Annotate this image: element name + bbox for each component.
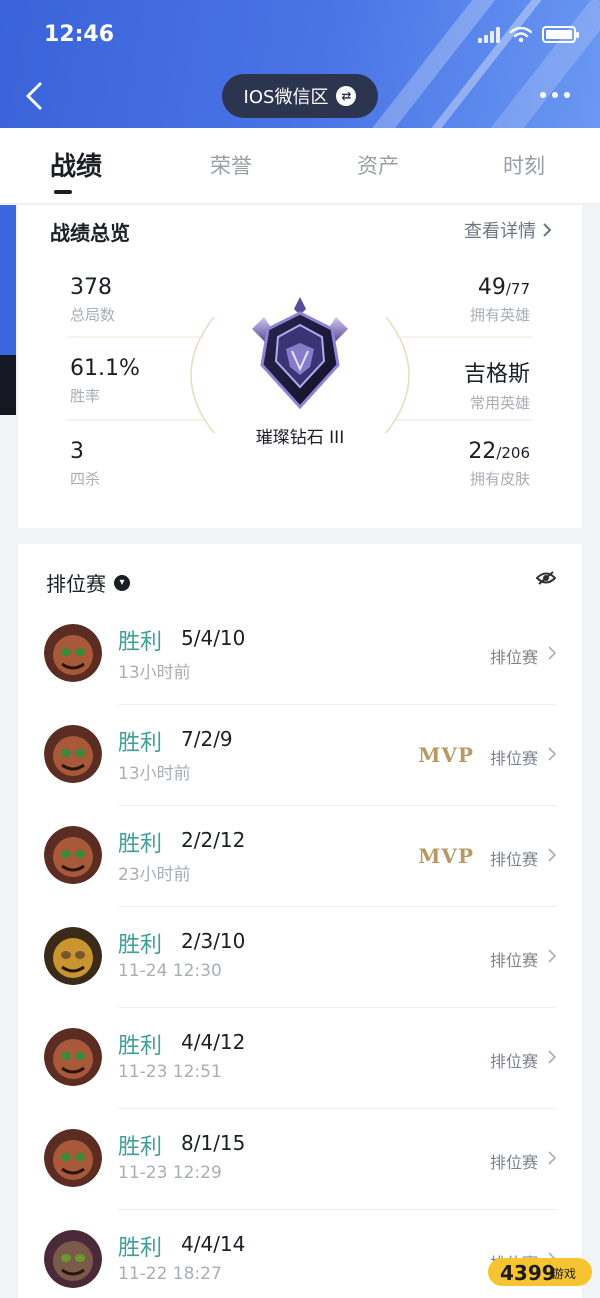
wifi-icon (510, 26, 532, 42)
swap-icon: ⇄ (336, 86, 357, 106)
tab-assets[interactable]: 资产 (357, 150, 399, 180)
chevron-right-icon (548, 1050, 556, 1064)
match-kda: 7/2/9 (181, 727, 233, 751)
chevron-right-icon (548, 848, 556, 862)
hide-eye-icon[interactable] (536, 570, 556, 586)
match-result: 胜利 (118, 1236, 163, 1261)
hero-avatar (44, 927, 102, 985)
status-time: 12:46 (44, 22, 115, 47)
zone-label: IOS微信区 (243, 87, 329, 108)
mvp-badge: MVP (418, 844, 474, 868)
status-icons (478, 26, 579, 43)
chevron-right-icon (548, 1151, 556, 1165)
overview-card: 战绩总览 查看详情 378 总局数 61.1% 胜率 3 四杀 49/77 拥有… (18, 205, 582, 528)
ranked-match-list: 排位赛 ▾ 胜利 5/4/10 13小时前 排位赛 胜利 7/2/9 13小时前… (18, 544, 582, 1298)
tab-active-indicator (54, 190, 72, 194)
match-time: 13小时前 (118, 764, 191, 784)
match-time: 11-23 12:51 (118, 1062, 222, 1082)
match-time: 11-22 18:27 (118, 1264, 222, 1284)
mvp-badge: MVP (418, 743, 474, 767)
hero-avatar (44, 624, 102, 682)
match-kda: 8/1/15 (181, 1131, 246, 1155)
match-kda: 4/4/12 (181, 1030, 246, 1054)
hero-avatar (44, 725, 102, 783)
site-watermark-logo: 4399 游戏 (488, 1258, 592, 1286)
match-result: 胜利 (118, 731, 163, 756)
svg-text:4399: 4399 (500, 1261, 556, 1285)
stat-total-games: 378 总局数 (70, 275, 116, 324)
tab-honor[interactable]: 荣誉 (210, 150, 252, 180)
more-options-icon[interactable] (540, 92, 570, 98)
hero-avatar (44, 1129, 102, 1187)
match-time: 11-24 12:30 (118, 961, 222, 981)
match-mode: 排位赛 (489, 749, 538, 768)
dropdown-icon: ▾ (114, 574, 130, 591)
battery-icon (542, 26, 579, 43)
match-kda: 5/4/10 (181, 626, 246, 650)
match-kda: 4/4/14 (181, 1232, 246, 1256)
match-kda: 2/2/12 (181, 828, 246, 852)
match-row[interactable]: 胜利 2/3/10 11-24 12:30 排位赛 (18, 907, 582, 1008)
stat-win-rate: 61.1% 胜率 (70, 356, 140, 405)
match-mode: 排位赛 (489, 1052, 538, 1071)
match-row[interactable]: 胜利 5/4/10 13小时前 排位赛 (18, 604, 582, 705)
app-header: 12:46 IOS微信区 ⇄ (0, 0, 600, 128)
stat-main-hero: 吉格斯 常用英雄 (463, 362, 530, 412)
match-result: 胜利 (118, 1135, 163, 1160)
hero-avatar (44, 1028, 102, 1086)
hero-avatar (44, 1230, 102, 1288)
match-time: 13小时前 (118, 663, 191, 683)
match-time: 23小时前 (118, 865, 191, 885)
match-mode: 排位赛 (489, 951, 538, 970)
chevron-right-icon (548, 747, 556, 761)
match-result: 胜利 (118, 933, 163, 958)
cellular-signal-icon (478, 26, 500, 43)
hero-avatar (44, 826, 102, 884)
match-mode: 排位赛 (489, 850, 538, 869)
match-mode: 排位赛 (489, 1153, 538, 1172)
chevron-right-icon (548, 646, 556, 660)
tab-bar: 战绩 荣誉 资产 时刻 (0, 128, 600, 204)
side-panel-edge-dark (0, 355, 16, 415)
match-filter-dropdown[interactable]: 排位赛 ▾ (46, 568, 130, 597)
match-time: 11-23 12:29 (118, 1163, 222, 1183)
tab-record[interactable]: 战绩 (50, 146, 102, 183)
tab-moments[interactable]: 时刻 (503, 150, 545, 180)
match-row[interactable]: 胜利 8/1/15 11-23 12:29 排位赛 (18, 1109, 582, 1210)
stat-owned-heroes: 49/77 拥有英雄 (469, 275, 530, 324)
match-row[interactable]: 胜利 7/2/9 13小时前 MVP 排位赛 (18, 705, 582, 806)
back-icon[interactable] (16, 76, 56, 116)
match-filter-label: 排位赛 (46, 572, 106, 596)
match-row[interactable]: 胜利 4/4/12 11-23 12:51 排位赛 (18, 1008, 582, 1109)
zone-switch-button[interactable]: IOS微信区 ⇄ (222, 74, 378, 118)
rank-badge-icon (252, 297, 348, 410)
match-result: 胜利 (118, 1034, 163, 1059)
rank-name: 璀璨钻石 III (255, 428, 345, 448)
match-kda: 2/3/10 (181, 929, 246, 953)
svg-text:游戏: 游戏 (552, 1267, 576, 1281)
match-result: 胜利 (118, 832, 163, 857)
match-row[interactable]: 胜利 2/2/12 23小时前 MVP 排位赛 (18, 806, 582, 907)
match-mode: 排位赛 (489, 648, 538, 667)
match-result: 胜利 (118, 630, 163, 655)
status-bar: 12:46 (0, 0, 600, 70)
chevron-right-icon (548, 949, 556, 963)
